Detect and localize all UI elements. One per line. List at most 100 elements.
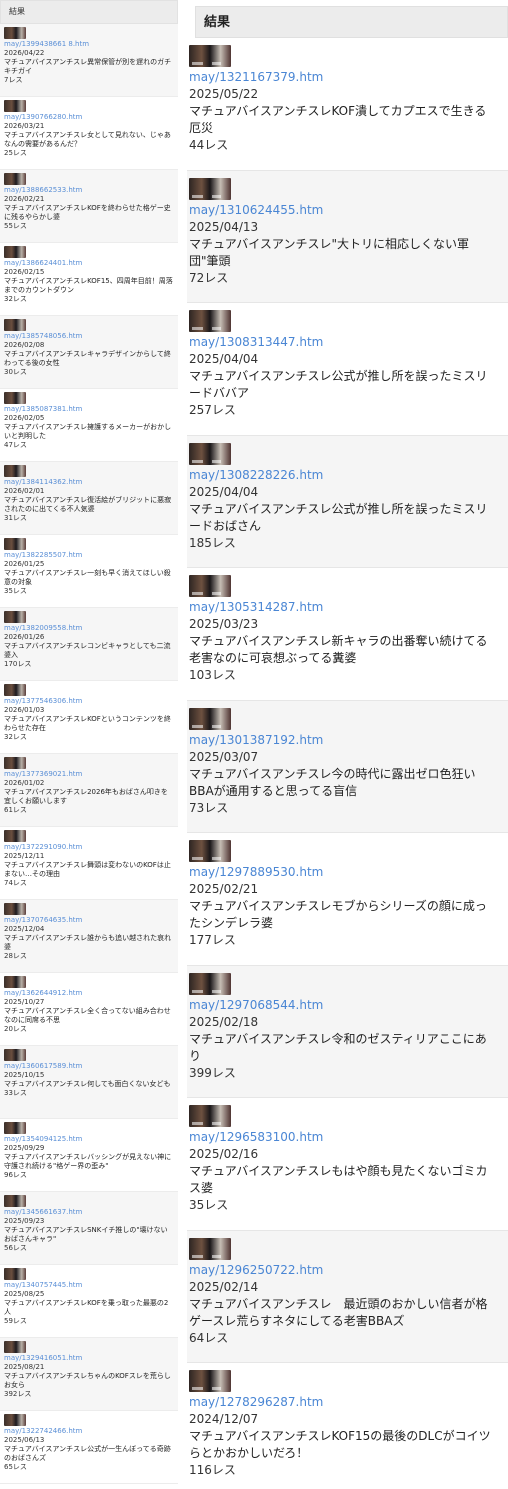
thread-link[interactable]: may/1296583100.htm <box>189 1129 508 1146</box>
thread-thumbnail[interactable] <box>4 1195 26 1207</box>
thread-link[interactable]: may/1370764635.htm <box>4 916 174 925</box>
thread-thumbnail[interactable] <box>189 1237 231 1260</box>
thread-link[interactable]: may/1385748056.htm <box>4 332 174 341</box>
thread-link[interactable]: may/1388662533.htm <box>4 186 174 195</box>
thread-thumbnail[interactable] <box>4 538 26 550</box>
thread-date: 2026/03/21 <box>4 122 45 130</box>
thread-thumbnail[interactable] <box>189 1105 231 1127</box>
thread-thumbnail[interactable] <box>4 611 26 623</box>
reply-count: 257レス <box>189 403 236 417</box>
thread-link[interactable]: may/1301387192.htm <box>189 732 508 749</box>
thread-thumbnail[interactable] <box>189 707 231 730</box>
result-item: may/1297889530.htm 2025/02/21 マチュアバイスアンチスレ… <box>187 833 508 966</box>
reply-count: 33レス <box>4 1089 27 1097</box>
thread-title: マチュアバイスアンチスレKOFを乗っ取った最悪の2人 <box>4 1299 169 1316</box>
thread-thumbnail[interactable] <box>4 1049 26 1061</box>
thread-link[interactable]: may/1377546306.htm <box>4 697 174 706</box>
result-item: may/1345661637.htm 2025/09/23 マチュアバイスアンチスレ… <box>0 1192 178 1265</box>
thread-link[interactable]: may/1297068544.htm <box>189 997 508 1014</box>
thread-thumbnail[interactable] <box>189 310 231 332</box>
thread-link[interactable]: may/1305314287.htm <box>189 599 508 616</box>
thread-link[interactable]: may/1296250722.htm <box>189 1262 508 1279</box>
result-item: may/1340757445.htm 2025/08/25 マチュアバイスアンチスレ… <box>0 1265 178 1338</box>
thread-link[interactable]: may/1384114362.htm <box>4 478 174 487</box>
result-item: may/1321167379.htm 2025/05/22 マチュアバイスアンチスレ… <box>187 38 508 171</box>
thread-link[interactable]: may/1308228226.htm <box>189 467 508 484</box>
thread-link[interactable]: may/1372291090.htm <box>4 843 174 852</box>
thread-thumbnail[interactable] <box>4 903 26 915</box>
thread-thumbnail[interactable] <box>4 392 26 404</box>
thread-thumbnail[interactable] <box>189 575 231 597</box>
reply-count: 103レス <box>189 668 236 682</box>
reply-count: 56レス <box>4 1244 27 1252</box>
thread-title: マチュアバイスアンチスレ今の時代に露出ゼロ色狂いBBAが通用すると思ってる盲信 <box>189 766 476 798</box>
thread-title: マチュアバイスアンチスレコンビキャラとしても二流婆入 <box>4 642 171 659</box>
thread-date: 2025/10/27 <box>4 998 45 1006</box>
thread-link[interactable]: may/1382285507.htm <box>4 551 174 560</box>
thread-thumbnail[interactable] <box>4 100 26 112</box>
thread-link[interactable]: may/1310624455.htm <box>189 202 508 219</box>
thread-thumbnail[interactable] <box>4 684 26 696</box>
thread-link[interactable]: may/1278296287.htm <box>189 1394 508 1411</box>
thread-thumbnail[interactable] <box>4 1341 26 1353</box>
thread-thumbnail[interactable] <box>189 177 231 200</box>
thread-thumbnail[interactable] <box>4 976 26 988</box>
reply-count: 61レス <box>4 806 27 814</box>
result-item: may/1329416051.htm 2025/08/21 マチュアバイスアンチスレ… <box>0 1338 178 1411</box>
thread-date: 2025/02/14 <box>189 1279 259 1294</box>
thread-link[interactable]: may/1297889530.htm <box>189 864 508 881</box>
thread-title: マチュアバイスアンチスレKOF潰してカプエスで生きる厄災 <box>189 104 487 135</box>
reply-count: 73レス <box>189 800 229 815</box>
thread-link[interactable]: may/1385087381.htm <box>4 405 174 414</box>
result-item: may/1362644912.htm 2025/10/27 マチュアバイスアンチスレ… <box>0 973 178 1046</box>
thread-link[interactable]: may/1390766280.htm <box>4 113 174 122</box>
thread-link[interactable]: may/1382009558.htm <box>4 624 174 633</box>
thread-thumbnail[interactable] <box>4 830 26 842</box>
thread-title: マチュアバイスアンチスレバッシングが見えない神に守護され続ける"格ゲー界の歪み" <box>4 1153 172 1170</box>
thread-thumbnail[interactable] <box>4 319 26 331</box>
thread-thumbnail[interactable] <box>189 45 231 67</box>
reply-count: 32レス <box>4 295 27 303</box>
thread-thumbnail[interactable] <box>4 1268 26 1280</box>
thread-link[interactable]: may/1345661637.htm <box>4 1208 174 1217</box>
thread-link[interactable]: may/1362644912.htm <box>4 989 174 998</box>
thread-link[interactable]: may/1399438661 8.htm <box>4 40 174 49</box>
thread-title: マチュアバイスアンチスレ女として見れない、じゃあなんの需要があるんだ？ <box>4 131 171 148</box>
result-item: may/1372291090.htm 2025/12/11 マチュアバイスアンチスレ… <box>0 827 178 900</box>
thread-date: 2025/09/23 <box>4 1217 45 1225</box>
thread-thumbnail[interactable] <box>4 27 26 39</box>
thread-thumbnail[interactable] <box>4 1414 26 1426</box>
reply-count: 35レス <box>4 587 27 595</box>
thread-thumbnail[interactable] <box>189 972 231 995</box>
result-item: may/1322742466.htm 2025/06/13 マチュアバイスアンチスレ… <box>0 1411 178 1484</box>
thread-link[interactable]: may/1340757445.htm <box>4 1281 174 1290</box>
reply-count: 74レス <box>4 879 27 887</box>
thread-link[interactable]: may/1321167379.htm <box>189 69 508 86</box>
thread-link[interactable]: may/1386624401.htm <box>4 259 174 268</box>
thread-title: マチュアバイスアンチスレモブからシリーズの顔に成ったシンデレラ婆 <box>189 899 487 930</box>
reply-count: 31レス <box>4 514 27 522</box>
thread-thumbnail[interactable] <box>4 1122 26 1134</box>
thread-link[interactable]: may/1322742466.htm <box>4 1427 174 1436</box>
thread-thumbnail[interactable] <box>4 757 26 769</box>
thread-link[interactable]: may/1308313447.htm <box>189 334 508 351</box>
thread-link[interactable]: may/1354094125.htm <box>4 1135 174 1144</box>
thread-thumbnail[interactable] <box>4 246 26 258</box>
thread-thumbnail[interactable] <box>189 442 231 465</box>
thread-thumbnail[interactable] <box>189 1370 231 1392</box>
reply-count: 65レス <box>4 1463 27 1471</box>
reply-count: 28レス <box>4 952 27 960</box>
thread-thumbnail[interactable] <box>189 840 231 862</box>
thread-thumbnail[interactable] <box>4 173 26 185</box>
thread-date: 2025/02/18 <box>189 1014 259 1029</box>
thread-thumbnail[interactable] <box>4 465 26 477</box>
thread-title: マチュアバイスアンチスレ公式が推し所を誤ったミスリードおばさん <box>189 501 488 533</box>
thread-date: 2026/02/21 <box>4 195 45 203</box>
right-results-header: 結果 <box>195 6 508 38</box>
result-item: may/1354094125.htm 2025/09/29 マチュアバイスアンチスレ… <box>0 1119 178 1192</box>
result-item: may/1390766280.htm 2026/03/21 マチュアバイスアンチスレ… <box>0 97 178 170</box>
thread-link[interactable]: may/1377369021.htm <box>4 770 174 779</box>
thread-link[interactable]: may/1329416051.htm <box>4 1354 174 1363</box>
thread-link[interactable]: may/1360617589.htm <box>4 1062 174 1071</box>
thread-date: 2025/02/21 <box>189 882 259 896</box>
